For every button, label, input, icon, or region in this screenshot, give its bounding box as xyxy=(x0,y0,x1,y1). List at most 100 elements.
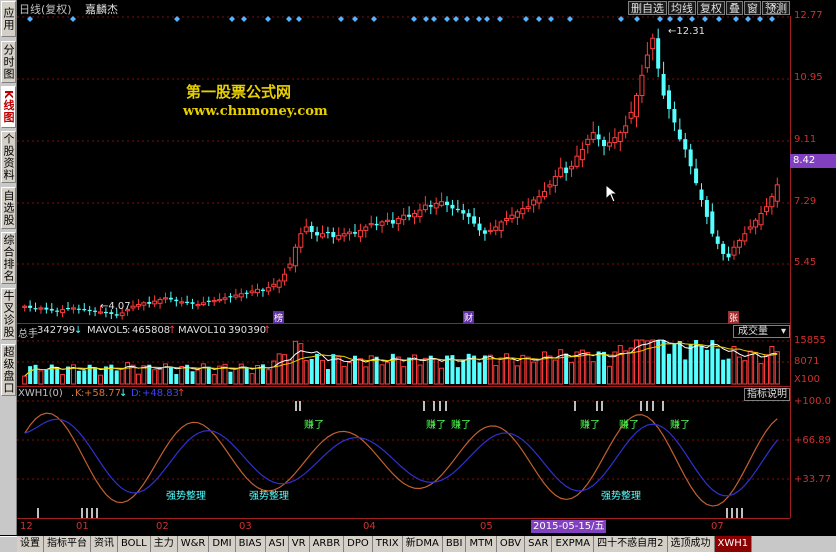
candle-body xyxy=(736,239,742,248)
tab-9[interactable]: VR xyxy=(288,536,310,552)
volume-bar xyxy=(514,365,520,385)
candle-body xyxy=(185,301,190,304)
price-axis-label: 10.95 xyxy=(794,72,823,83)
indicator-lines xyxy=(24,412,778,507)
candle-body xyxy=(726,253,731,258)
tab-8[interactable]: ASI xyxy=(265,536,289,552)
candle-body xyxy=(93,310,98,312)
candle-body xyxy=(525,206,531,209)
tab-15[interactable]: MTM xyxy=(466,536,497,552)
tab-12[interactable]: TRIX xyxy=(372,536,403,552)
volume-bar xyxy=(276,353,282,385)
volume-bar xyxy=(98,374,104,385)
tab-19[interactable]: 四十不惑自用2 xyxy=(594,536,668,552)
volume-bar xyxy=(552,359,558,385)
tab-17[interactable]: SAR xyxy=(525,536,553,552)
candle-body xyxy=(276,280,282,288)
volume-bar xyxy=(298,343,304,385)
indicator-axis-label: +66.89 xyxy=(794,435,832,446)
tab-7[interactable]: BIAS xyxy=(235,536,266,552)
candle-body xyxy=(656,38,661,69)
signal-diamond xyxy=(286,16,292,22)
volume-bar xyxy=(309,358,314,384)
tab-6[interactable]: DMI xyxy=(209,536,236,552)
tab-16[interactable]: OBV xyxy=(496,536,526,552)
candle-body xyxy=(536,196,542,204)
volume-bar xyxy=(417,364,423,385)
volume-bar xyxy=(315,353,320,384)
tab-11[interactable]: DPO xyxy=(344,536,373,552)
tab-2[interactable]: 资讯 xyxy=(91,536,118,552)
candle-body xyxy=(147,302,152,304)
candle-body xyxy=(368,223,374,226)
mavol5-label: MAVOL5 xyxy=(87,325,129,336)
tab-10[interactable]: ARBR xyxy=(309,536,345,552)
candle-body xyxy=(774,184,780,202)
signal-label: 赚了 xyxy=(670,420,690,431)
event-mark[interactable]: 财 xyxy=(463,311,475,324)
candle-body xyxy=(417,209,423,218)
tab-21[interactable]: XWH1 xyxy=(714,536,753,552)
volume-bar xyxy=(710,340,715,384)
candle-body xyxy=(455,208,460,211)
event-mark[interactable]: 张 xyxy=(728,311,740,324)
volume-axis-label: 15855 xyxy=(794,335,826,346)
volume-bar xyxy=(617,345,623,385)
volume-bar xyxy=(33,364,38,384)
candle-body xyxy=(450,204,455,209)
tab-20[interactable]: 选顶成功 xyxy=(667,536,715,552)
volume-bar xyxy=(596,351,601,384)
volume-indicator-select[interactable]: 成交量 ▾ xyxy=(733,325,790,338)
tab-13[interactable]: 新DMA xyxy=(402,536,443,552)
volume-bar xyxy=(28,366,33,384)
signal-diamond xyxy=(174,16,180,22)
tab-1[interactable]: 指标平台 xyxy=(44,536,91,552)
indicator-help-button[interactable]: 指标说明 xyxy=(744,388,790,401)
candle-body xyxy=(412,213,418,218)
tab-14[interactable]: BBI xyxy=(442,536,467,552)
candle-body xyxy=(98,311,104,314)
volume-bar xyxy=(472,355,477,384)
volume-bar xyxy=(211,374,217,385)
volume-bar xyxy=(357,358,363,385)
signal-label: 赚了 xyxy=(451,420,471,431)
tab-3[interactable]: BOLL xyxy=(118,536,151,552)
candle-body xyxy=(472,216,477,224)
tab-0[interactable]: 设置 xyxy=(17,536,44,552)
candle-body xyxy=(206,300,211,302)
candle-body xyxy=(282,273,288,282)
kline-chart[interactable] xyxy=(0,0,836,552)
volume-bar xyxy=(168,366,173,384)
signal-label: 赚了 xyxy=(426,420,446,431)
candle-body xyxy=(514,211,520,218)
mavol10-label: MAVOL10 xyxy=(178,325,226,336)
candle-body xyxy=(758,213,764,226)
candle-body xyxy=(217,298,223,302)
signal-diamond xyxy=(296,16,302,22)
event-mark[interactable]: 榜 xyxy=(273,311,285,324)
volume-bar xyxy=(758,363,764,385)
candle-body xyxy=(487,229,493,233)
volume-label: 总手 xyxy=(18,329,38,340)
signal-diamond xyxy=(444,16,450,22)
candle-body xyxy=(379,221,385,226)
tab-4[interactable]: 主力 xyxy=(150,536,178,552)
candle-body xyxy=(309,225,314,233)
volume-bar xyxy=(303,360,309,385)
k-down-arrow: ↓ xyxy=(119,388,128,399)
tab-5[interactable]: W&R xyxy=(177,536,210,552)
candle-body xyxy=(445,201,450,206)
candle-body xyxy=(579,148,585,161)
candle-body xyxy=(82,309,87,311)
candle-body xyxy=(688,149,693,167)
candle-body xyxy=(141,302,147,306)
candle-body xyxy=(547,184,553,188)
tab-18[interactable]: EXPMA xyxy=(552,536,595,552)
volume-bar xyxy=(547,355,553,385)
volume-bar xyxy=(433,358,439,385)
date-axis-label: 07 xyxy=(711,521,724,532)
candle-body xyxy=(38,307,44,310)
candle-body xyxy=(704,200,709,217)
mavol5-up-arrow: ↑ xyxy=(168,325,177,336)
candle-body xyxy=(439,201,445,206)
